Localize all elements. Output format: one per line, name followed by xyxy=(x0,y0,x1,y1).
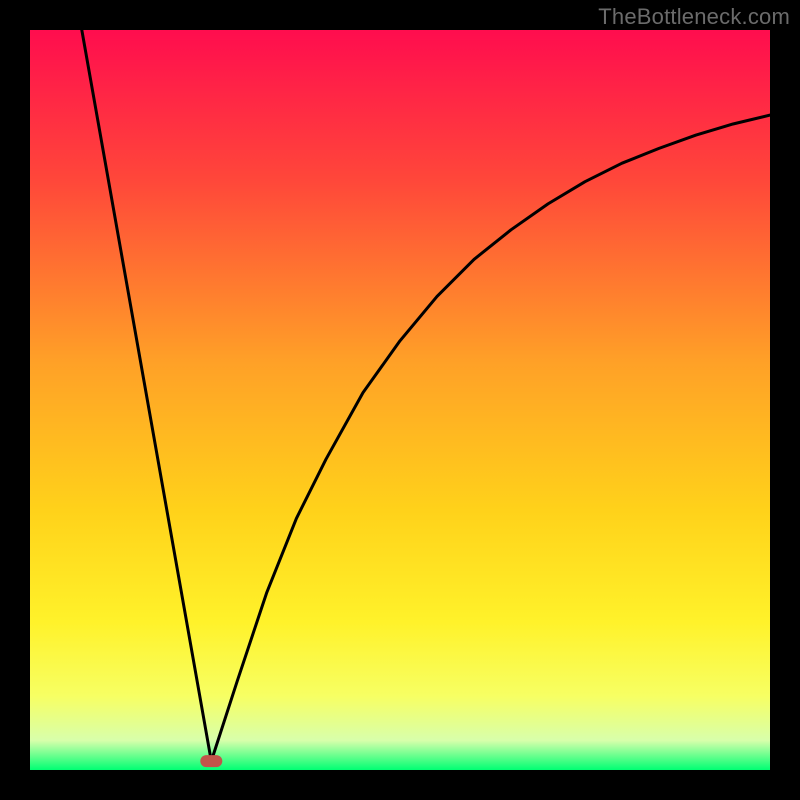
min-marker-pill xyxy=(200,755,222,767)
min-marker xyxy=(200,755,222,767)
chart-svg xyxy=(30,30,770,770)
watermark-label: TheBottleneck.com xyxy=(598,4,790,30)
gradient-background xyxy=(30,30,770,770)
plot-area xyxy=(30,30,770,770)
chart-frame: TheBottleneck.com xyxy=(0,0,800,800)
